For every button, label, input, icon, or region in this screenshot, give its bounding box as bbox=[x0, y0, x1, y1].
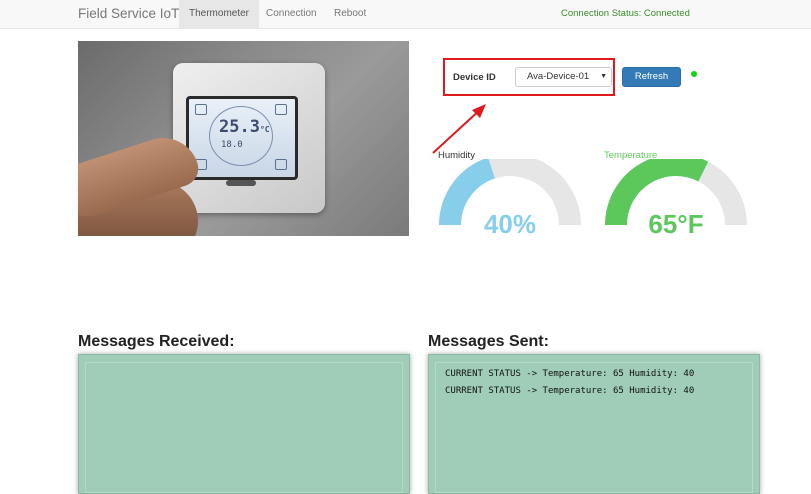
device-status-dot bbox=[691, 71, 697, 77]
device-id-select[interactable]: Ava-Device-01 ▼ bbox=[515, 67, 612, 87]
tab-reboot[interactable]: Reboot bbox=[324, 0, 376, 28]
annotation-arrow-icon bbox=[432, 104, 486, 154]
messages-sent-area: CURRENT STATUS -> Temperature: 65 Humidi… bbox=[435, 362, 753, 493]
tab-thermometer[interactable]: Thermometer bbox=[179, 0, 260, 28]
connection-status: Connection Status: Connected bbox=[561, 8, 690, 19]
messages-received-area bbox=[85, 362, 403, 493]
messages-sent-panel[interactable]: CURRENT STATUS -> Temperature: 65 Humidi… bbox=[428, 354, 760, 494]
device-id-value: Ava-Device-01 bbox=[527, 71, 590, 82]
thermostat-slot bbox=[226, 180, 256, 186]
thermostat-screen: 25.3°C 18.0 bbox=[186, 96, 298, 180]
brand-title[interactable]: Field Service IoT bbox=[78, 6, 179, 21]
caret-down-icon: ▼ bbox=[600, 73, 607, 80]
screen-temperature: 25.3°C bbox=[219, 117, 270, 137]
refresh-button[interactable]: Refresh bbox=[622, 67, 681, 87]
temperature-value: 65°F bbox=[648, 209, 704, 239]
messages-sent-title: Messages Sent: bbox=[428, 333, 549, 350]
sent-message-line: CURRENT STATUS -> Temperature: 65 Humidi… bbox=[445, 369, 695, 379]
humidity-value: 40% bbox=[483, 209, 537, 239]
thermostat-photo: 25.3°C 18.0 bbox=[78, 41, 409, 236]
sent-message-line: CURRENT STATUS -> Temperature: 65 Humidi… bbox=[445, 386, 695, 396]
screen-setpoint: 18.0 bbox=[221, 140, 243, 150]
screen-mode-icon bbox=[275, 104, 287, 115]
device-id-label: Device ID bbox=[453, 72, 496, 83]
messages-received-panel[interactable] bbox=[78, 354, 410, 494]
tab-connection[interactable]: Connection bbox=[256, 0, 327, 28]
screen-power-icon bbox=[275, 159, 287, 170]
messages-received-title: Messages Received: bbox=[78, 333, 235, 350]
screen-up-icon bbox=[195, 104, 207, 115]
navbar: Field Service IoT Thermometer Connection… bbox=[0, 0, 811, 29]
